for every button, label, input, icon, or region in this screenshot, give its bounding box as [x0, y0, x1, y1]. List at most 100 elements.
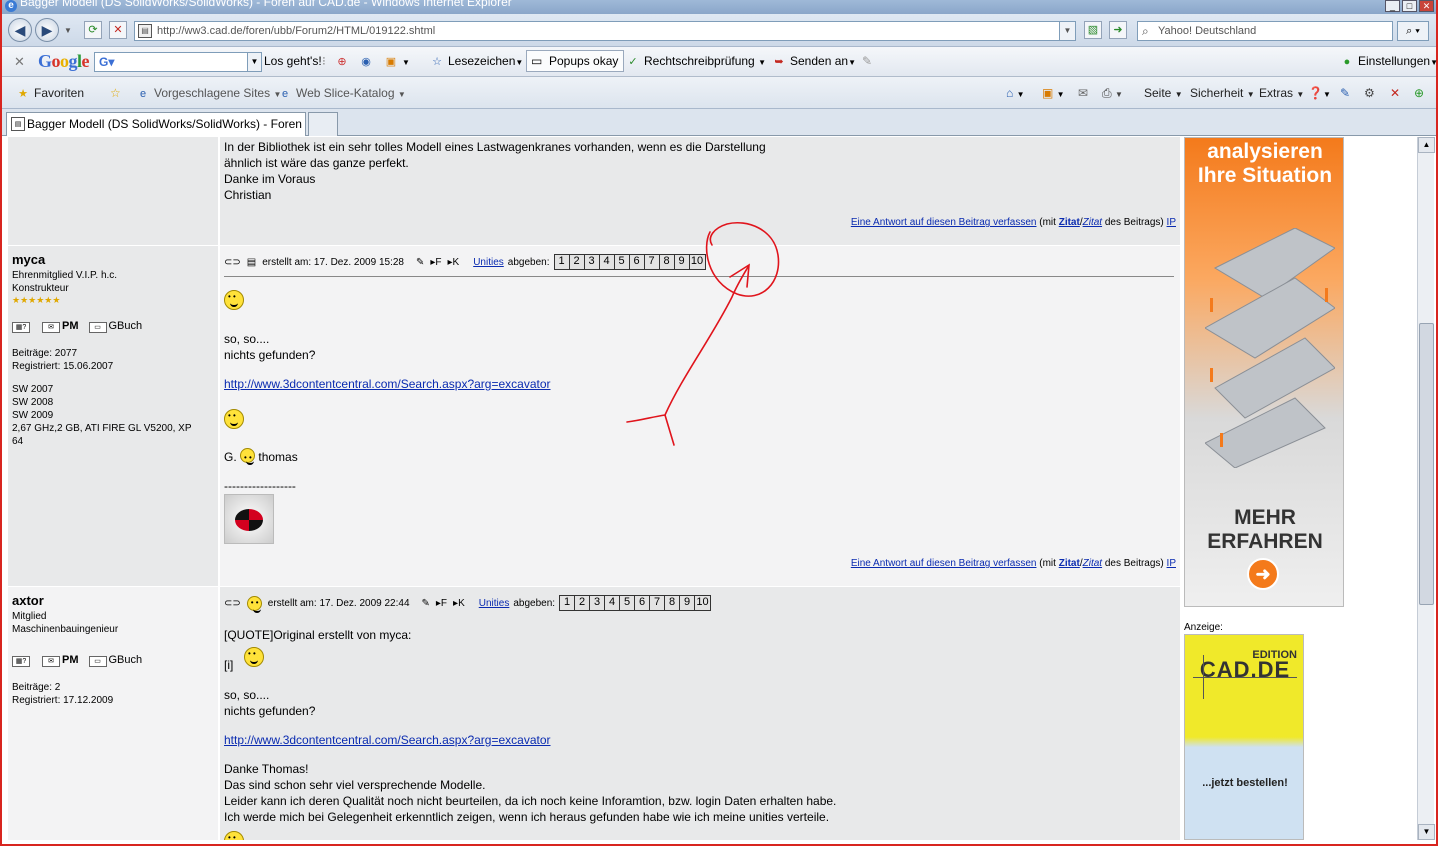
rating-5[interactable]: 5 [614, 255, 630, 269]
favorites-button[interactable]: ★ Favoriten [16, 86, 84, 101]
rating-4[interactable]: 4 [605, 596, 621, 610]
quote-italic-link[interactable]: Zitat [1083, 558, 1102, 569]
suggested-sites-button[interactable]: e Vorgeschlagene Sites ▼ [136, 86, 281, 101]
rating-1[interactable]: 1 [560, 596, 576, 610]
google-search-dropdown-icon[interactable]: ▼ [247, 53, 261, 71]
add-favorites-icon[interactable]: ☆ [110, 86, 121, 100]
refresh-icon[interactable]: ⟳ [84, 21, 102, 39]
rating-1[interactable]: 1 [554, 255, 570, 269]
new-tab-button[interactable] [308, 112, 338, 136]
pagerank-icon[interactable]: ⊕ [335, 54, 353, 69]
tab-active[interactable]: ▤ Bagger Modell (DS SolidWorks/SolidWork… [6, 112, 306, 136]
quote-link[interactable]: Zitat [1059, 558, 1080, 569]
rating-3[interactable]: 3 [584, 255, 600, 269]
scroll-up-icon[interactable]: ▲ [1418, 137, 1435, 153]
post-link[interactable]: http://www.3dcontentcentral.com/Search.a… [224, 377, 551, 391]
print-icon[interactable]: ⎙ ▼ [1102, 86, 1123, 101]
scroll-down-icon[interactable]: ▼ [1418, 824, 1435, 840]
rating-6[interactable]: 6 [635, 596, 651, 610]
spellcheck-button[interactable]: ✓ Rechtschreibprüfung ▼ [626, 54, 766, 69]
rating-2[interactable]: 2 [569, 255, 585, 269]
rating-7[interactable]: 7 [644, 255, 660, 269]
pm-button[interactable]: ✉ PM [42, 320, 79, 333]
addon-icon[interactable]: ⊕ [1414, 86, 1424, 100]
go-button[interactable]: Los geht's! [264, 54, 322, 68]
globe-icon[interactable]: ◉ [359, 54, 377, 69]
google-search-input[interactable]: G▾ ▼ [94, 52, 262, 72]
rating-2[interactable]: 2 [575, 596, 591, 610]
close-window-button[interactable]: ✕ [1419, 0, 1434, 12]
address-dropdown-icon[interactable]: ▼ [1059, 22, 1075, 40]
rating-9[interactable]: 9 [680, 596, 696, 610]
stop-icon[interactable]: ✕ [109, 21, 127, 39]
rating-6[interactable]: 6 [629, 255, 645, 269]
unities-link[interactable]: Unities [479, 598, 510, 609]
post-link[interactable]: http://www.3dcontentcentral.com/Search.a… [224, 733, 551, 747]
forward-k-icon[interactable]: ▸K [448, 257, 460, 268]
profile-icon[interactable]: ▦? [12, 654, 32, 667]
bookmarks-button[interactable]: ☆ Lesezeichen▼ [430, 54, 523, 69]
rating-8[interactable]: 8 [659, 255, 675, 269]
block-icon[interactable]: ✕ [1390, 86, 1400, 100]
settings-button[interactable]: ● Einstellungen▼ [1340, 54, 1438, 69]
autofill-icon[interactable]: ▣ ▼ [384, 54, 410, 69]
rating-5[interactable]: 5 [620, 596, 636, 610]
username[interactable]: axtor [12, 593, 218, 608]
rating-9[interactable]: 9 [674, 255, 690, 269]
search-input[interactable]: ⌕ Yahoo! Deutschland [1137, 21, 1393, 41]
edit-icon[interactable]: ✎ [422, 598, 430, 609]
extras-menu[interactable]: Extras ▼ [1259, 86, 1304, 100]
research-icon[interactable]: ✎ [1340, 86, 1350, 100]
reply-link[interactable]: Eine Antwort auf diesen Beitrag verfasse… [851, 558, 1037, 569]
forward-k-icon[interactable]: ▸K [453, 598, 465, 609]
search-button[interactable]: ⌕ ▾ [1397, 21, 1429, 41]
ad-banner-edition[interactable]: EDITION CAD.DE ...jetzt bestellen! [1184, 634, 1304, 840]
ad-banner-analyze[interactable]: analysieren Ihre Situation MEHR ERFAHREN… [1184, 137, 1344, 607]
pm-button[interactable]: ✉ PM [42, 654, 79, 667]
reply-link[interactable]: Eine Antwort auf diesen Beitrag verfasse… [851, 217, 1037, 228]
quote-italic-link[interactable]: Zitat [1083, 217, 1102, 228]
rating-8[interactable]: 8 [665, 596, 681, 610]
popups-button[interactable]: ▭ Popups okay [526, 50, 625, 72]
page-menu[interactable]: Seite ▼ [1144, 86, 1183, 100]
mail-icon[interactable]: ✉ [1078, 86, 1088, 100]
rating-3[interactable]: 3 [590, 596, 606, 610]
forward-f-icon[interactable]: ▸F [430, 257, 441, 268]
guestbook-button[interactable]: ▭ GBuch [88, 320, 142, 333]
help-icon[interactable]: ❓▼ [1308, 86, 1331, 100]
profile-icon[interactable]: ▦? [12, 320, 32, 333]
history-dropdown-icon[interactable]: ▼ [64, 26, 72, 35]
webslice-button[interactable]: e Web Slice-Katalog ▼ [278, 86, 406, 101]
link-chain-icon[interactable]: ⊂⊃ [224, 257, 241, 268]
ad-arrow-icon[interactable]: ➜ [1247, 558, 1279, 590]
minimize-button[interactable]: _ [1385, 0, 1400, 12]
send-button[interactable]: ➥ Senden an▼ [772, 54, 856, 69]
compatibility-icon[interactable]: ▧ [1084, 21, 1102, 39]
security-menu[interactable]: Sicherheit ▼ [1190, 86, 1255, 100]
forward-f-icon[interactable]: ▸F [436, 598, 447, 609]
rating-4[interactable]: 4 [599, 255, 615, 269]
guestbook-button[interactable]: ▭ GBuch [88, 654, 142, 667]
back-button[interactable]: ◀ [8, 18, 32, 42]
go-arrow-icon[interactable]: ➜ [1109, 21, 1127, 39]
quote-link[interactable]: Zitat [1059, 217, 1080, 228]
username[interactable]: myca [12, 252, 218, 267]
highlight-icon[interactable]: ✎ [862, 54, 872, 68]
rating-10[interactable]: 10 [695, 596, 711, 610]
feeds-icon[interactable]: ▣ ▼ [1042, 86, 1065, 100]
close-toolbar-icon[interactable]: ✕ [14, 54, 25, 70]
scroll-thumb[interactable] [1419, 323, 1434, 605]
rating-7[interactable]: 7 [650, 596, 666, 610]
forward-button[interactable]: ▶ [35, 18, 59, 42]
home-icon[interactable]: ⌂ ▼ [1006, 86, 1025, 100]
ip-link[interactable]: IP [1167, 217, 1176, 228]
edit-icon[interactable]: ✎ [416, 257, 424, 268]
maximize-button[interactable]: □ [1402, 0, 1417, 12]
vertical-scrollbar[interactable]: ▲ ▼ [1417, 137, 1435, 840]
link-chain-icon[interactable]: ⊂⊃ [224, 598, 241, 609]
tools-icon[interactable]: ⚙ [1364, 86, 1375, 100]
address-input[interactable]: ▤ http://ww3.cad.de/foren/ubb/Forum2/HTM… [134, 21, 1076, 41]
unities-link[interactable]: Unities [473, 257, 504, 268]
ip-link[interactable]: IP [1167, 558, 1176, 569]
rating-10[interactable]: 10 [689, 255, 705, 269]
